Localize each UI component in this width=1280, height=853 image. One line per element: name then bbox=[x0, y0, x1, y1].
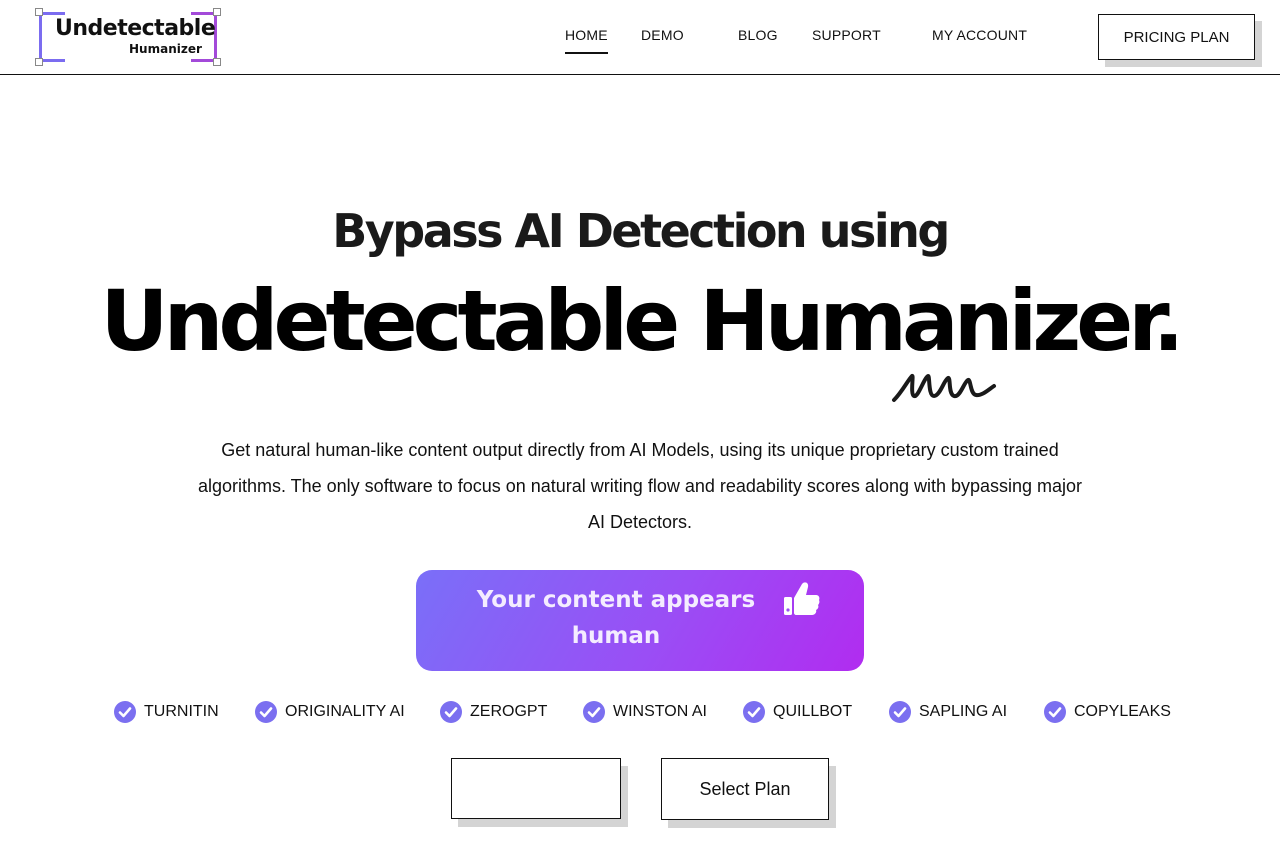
nav-blog[interactable]: BLOG bbox=[738, 27, 778, 43]
empty-action-button[interactable] bbox=[451, 758, 621, 819]
detector-copyleaks: COPYLEAKS bbox=[1044, 700, 1171, 724]
thumbs-up-icon bbox=[784, 582, 820, 615]
main-nav: HOME DEMO BLOG SUPPORT MY ACCOUNT bbox=[0, 27, 1280, 57]
detector-label: ORIGINALITY AI bbox=[285, 703, 405, 720]
detector-sapling-ai: SAPLING AI bbox=[889, 700, 1007, 724]
check-circle-icon bbox=[1044, 701, 1066, 723]
detector-label: WINSTON AI bbox=[613, 703, 707, 720]
detector-zerogpt: ZEROGPT bbox=[440, 700, 547, 724]
detector-winston-ai: WINSTON AI bbox=[583, 700, 707, 724]
check-circle-icon bbox=[440, 701, 462, 723]
nav-home[interactable]: HOME bbox=[565, 27, 608, 54]
check-circle-icon bbox=[889, 701, 911, 723]
hero-subtitle: Bypass AI Detection using bbox=[332, 204, 950, 258]
logo-handle bbox=[35, 58, 43, 66]
check-circle-icon bbox=[255, 701, 277, 723]
check-circle-icon bbox=[583, 701, 605, 723]
detector-turnitin: TURNITIN bbox=[114, 700, 219, 724]
detector-quillbot: QUILLBOT bbox=[743, 700, 852, 724]
detector-label: SAPLING AI bbox=[919, 703, 1008, 720]
pricing-plan-button[interactable]: PRICING PLAN bbox=[1098, 14, 1255, 60]
detector-label: QUILLBOT bbox=[773, 703, 853, 720]
select-plan-wrapper: Select Plan bbox=[661, 758, 839, 828]
status-text: Your content appears human bbox=[476, 587, 756, 649]
empty-button-wrapper bbox=[451, 758, 629, 828]
hero-title: Undetectable Humanizer. bbox=[100, 272, 1184, 370]
nav-my-account[interactable]: MY ACCOUNT bbox=[932, 27, 1027, 43]
squiggle-decoration bbox=[892, 373, 996, 402]
check-circle-icon bbox=[743, 701, 765, 723]
pricing-plan-wrapper: PRICING PLAN bbox=[1098, 14, 1262, 67]
select-plan-button[interactable]: Select Plan bbox=[661, 758, 829, 820]
detector-label: ZEROGPT bbox=[470, 703, 548, 720]
detector-list: TURNITIN ORIGINALITY AI ZEROGPT WINSTON … bbox=[0, 700, 1280, 724]
hero-description: Get natural human-like content output di… bbox=[197, 440, 1083, 532]
logo-handle bbox=[213, 8, 221, 16]
detector-label: TURNITIN bbox=[144, 703, 219, 720]
site-header: Undetectable Humanizer HOME DEMO BLOG SU… bbox=[0, 0, 1280, 75]
nav-support[interactable]: SUPPORT bbox=[812, 27, 881, 43]
logo-handle bbox=[35, 8, 43, 16]
detector-originality-ai: ORIGINALITY AI bbox=[255, 700, 405, 724]
nav-demo[interactable]: DEMO bbox=[641, 27, 684, 43]
check-circle-icon bbox=[114, 701, 136, 723]
detector-label: COPYLEAKS bbox=[1074, 703, 1171, 720]
logo-handle bbox=[213, 58, 221, 66]
content-human-status-button[interactable]: Your content appears human bbox=[416, 570, 864, 671]
